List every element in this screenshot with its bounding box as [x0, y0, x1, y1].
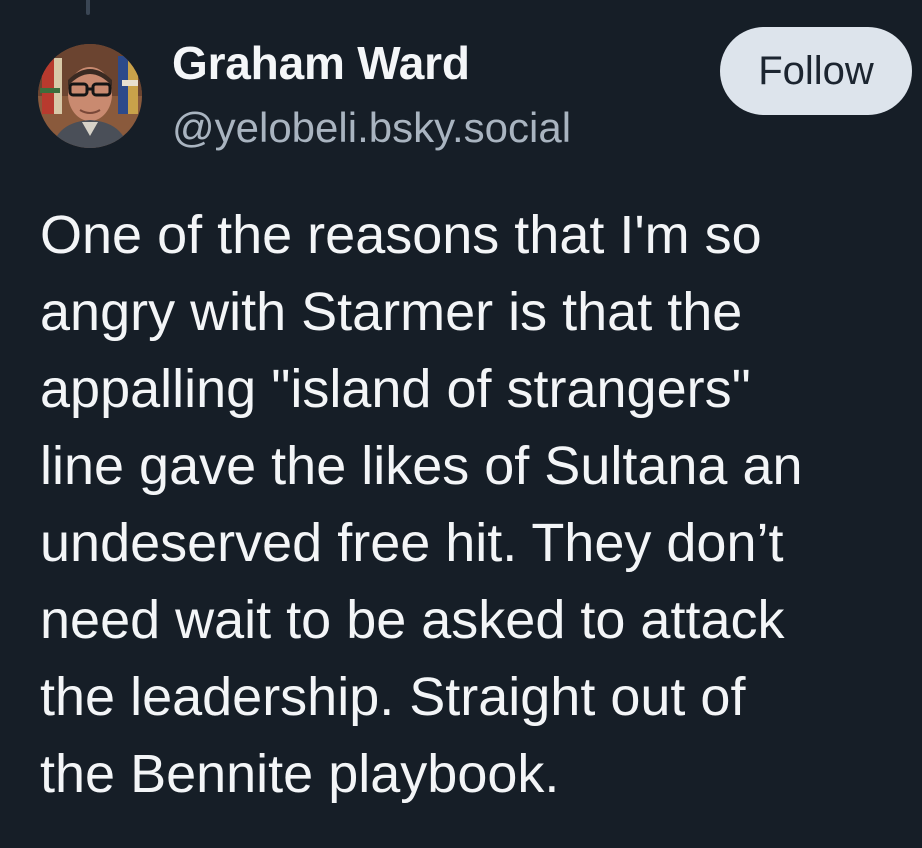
- post-text-line: the Bennite playbook.: [40, 744, 560, 804]
- avatar[interactable]: [38, 44, 142, 148]
- post-text-line: the leadership. Straight out of: [40, 667, 746, 727]
- post-text-line: appalling "island of strangers": [40, 359, 751, 419]
- thread-connector-line: [86, 0, 90, 15]
- post-text-line: undeserved free hit. They don’t: [40, 513, 784, 573]
- post-text-line: line gave the likes of Sultana an: [40, 436, 803, 496]
- post-text-line: angry with Starmer is that the: [40, 282, 743, 342]
- post-text: One of the reasons that I'm so angry wit…: [40, 197, 910, 813]
- follow-button[interactable]: Follow: [720, 27, 912, 115]
- author-handle[interactable]: @yelobeli.bsky.social: [172, 104, 571, 152]
- post-text-line: need wait to be asked to attack: [40, 590, 785, 650]
- post-text-line: One of the reasons that I'm so: [40, 205, 762, 265]
- profile-photo-icon: [38, 44, 142, 148]
- author-display-name[interactable]: Graham Ward: [172, 36, 470, 90]
